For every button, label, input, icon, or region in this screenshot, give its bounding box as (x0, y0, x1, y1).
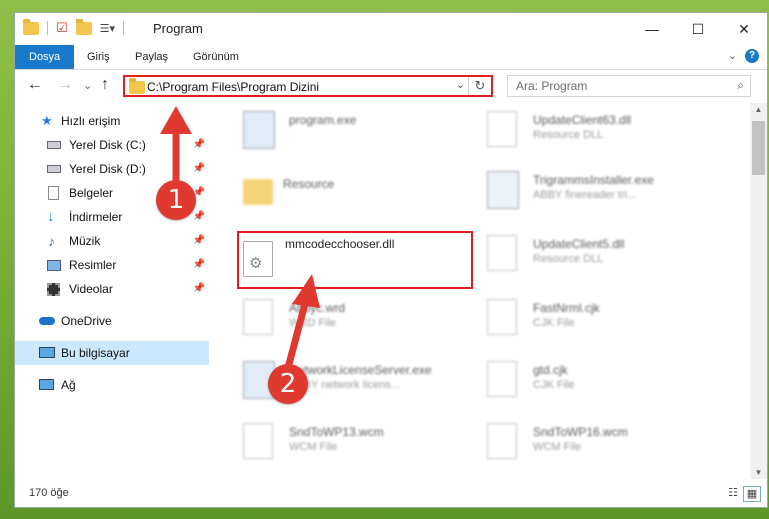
annotation-arrowhead-1 (160, 106, 192, 134)
annotation-arrowhead-2 (292, 274, 320, 308)
step-badge-1: 1 (156, 180, 196, 220)
step-badge-2: 2 (268, 364, 308, 404)
annotation-overlay (160, 106, 320, 369)
annotation-arrow-2 (284, 299, 310, 369)
